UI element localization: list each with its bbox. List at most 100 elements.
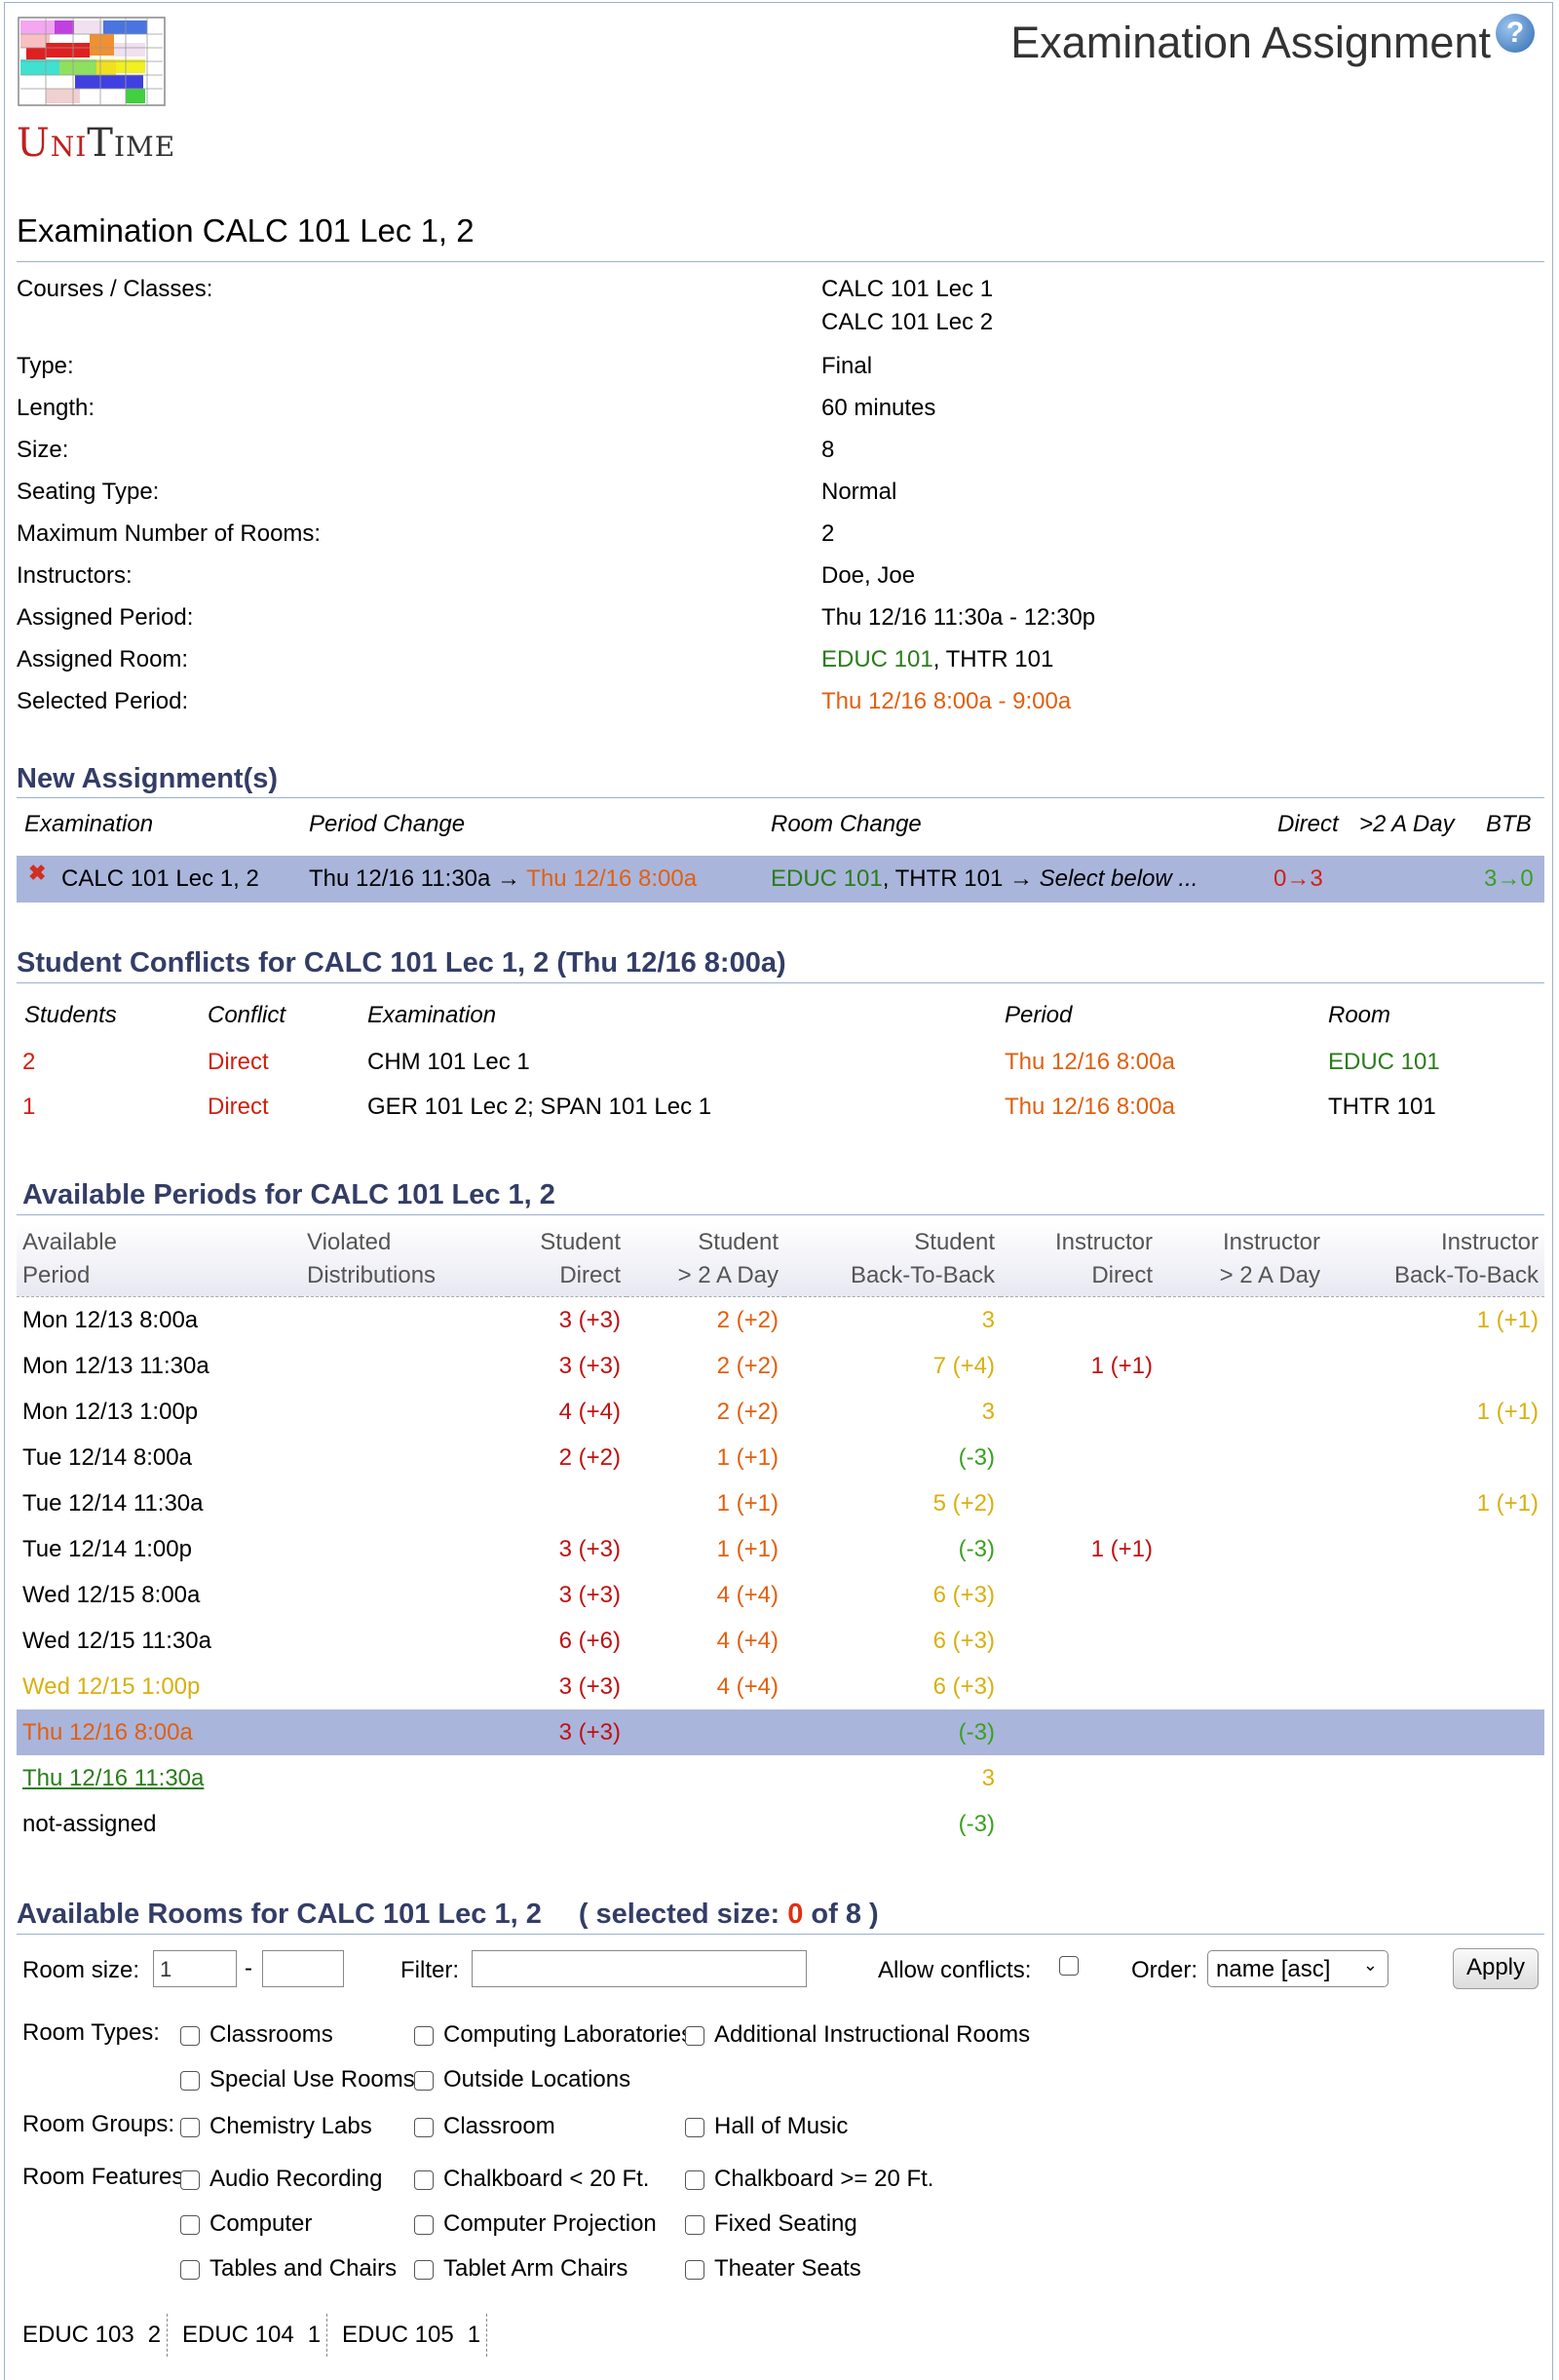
- checkbox[interactable]: [180, 2169, 200, 2190]
- table-row[interactable]: Tue 12/14 1:00p 3 (+3) 1 (+1) (-3) 1 (+1): [17, 1526, 1544, 1572]
- room-option[interactable]: EDUC 103 2: [17, 2314, 169, 2357]
- col-header-line: Instructor: [1440, 1229, 1539, 1255]
- new-assignment-row[interactable]: ✖ CALC 101 Lec 1, 2 Thu 12/16 11:30a → T…: [17, 856, 1544, 902]
- checkbox-item[interactable]: Computer: [180, 2210, 312, 2238]
- prop-value: CALC 101 Lec 1: [821, 276, 994, 302]
- rooms-title-text: Available Rooms for CALC 101 Lec 1, 2: [17, 1899, 542, 1930]
- table-row[interactable]: Mon 12/13 8:00a 3 (+3) 2 (+2) 3 1 (+1): [17, 1297, 1544, 1344]
- checkbox[interactable]: [180, 2025, 200, 2046]
- checkbox-item[interactable]: Computer Projection: [414, 2210, 657, 2238]
- table-row[interactable]: Mon 12/13 11:30a 3 (+3) 2 (+2) 7 (+4) 1 (+1): [17, 1343, 1544, 1389]
- table-row[interactable]: Thu 12/16 8:00a 3 (+3) (-3): [17, 1709, 1544, 1755]
- violated-cell: [301, 1755, 508, 1801]
- order-select[interactable]: name [asc] ⌄: [1207, 1950, 1388, 1987]
- period-cell: Wed 12/15 11:30a: [22, 1627, 211, 1654]
- checkbox-item[interactable]: Fixed Seating: [685, 2210, 857, 2238]
- help-icon[interactable]: ?: [1496, 14, 1535, 53]
- unitime-logo[interactable]: UNITIME: [17, 16, 174, 167]
- checkbox-label: Computer: [209, 2210, 313, 2237]
- checkbox-label: Computer Projection: [443, 2210, 657, 2237]
- filter-input[interactable]: [472, 1950, 807, 1987]
- checkbox[interactable]: [180, 2070, 200, 2091]
- checkbox[interactable]: [414, 2214, 434, 2235]
- checkbox[interactable]: [685, 2259, 704, 2280]
- selected-size-count: 0: [787, 1899, 804, 1930]
- checkbox-item[interactable]: Outside Locations: [414, 2066, 630, 2093]
- table-row[interactable]: Wed 12/15 8:00a 3 (+3) 4 (+4) 6 (+3): [17, 1572, 1544, 1618]
- instructor-2day-cell: [1159, 1755, 1326, 1801]
- col-header-line: Distributions: [307, 1262, 437, 1288]
- table-row[interactable]: Mon 12/13 1:00p 4 (+4) 2 (+2) 3 1 (+1): [17, 1389, 1544, 1435]
- violated-cell: [301, 1526, 508, 1572]
- room-name: EDUC 104: [182, 2322, 294, 2348]
- checkbox-item[interactable]: Tables and Chairs: [180, 2255, 397, 2283]
- student-direct-cell: 4 (+4): [558, 1398, 621, 1425]
- table-row[interactable]: Tue 12/14 11:30a 1 (+1) 5 (+2) 1 (+1): [17, 1480, 1544, 1526]
- col-header: Conflict: [208, 1002, 286, 1028]
- room-option[interactable]: EDUC 105 1: [336, 2314, 488, 2357]
- checkbox[interactable]: [414, 2259, 434, 2280]
- apply-button[interactable]: Apply: [1453, 1948, 1539, 1989]
- checkbox-item[interactable]: Audio Recording: [180, 2166, 382, 2193]
- divider: [17, 1934, 1544, 1935]
- checkbox[interactable]: [685, 2169, 704, 2190]
- checkbox-label: Theater Seats: [714, 2255, 861, 2282]
- checkbox[interactable]: [414, 2169, 434, 2190]
- room-size-min-input[interactable]: 1: [153, 1950, 237, 1987]
- room-option[interactable]: EDUC 104 1: [176, 2314, 328, 2357]
- btb-change: 3→0: [1484, 865, 1534, 892]
- instructor-direct-cell: [1001, 1435, 1159, 1480]
- checkbox[interactable]: [180, 2117, 200, 2137]
- room-link[interactable]: THTR 101: [946, 646, 1054, 672]
- checkbox-item[interactable]: Chemistry Labs: [180, 2113, 372, 2140]
- checkbox-item[interactable]: Additional Instructional Rooms: [685, 2021, 1030, 2049]
- assignment-room: EDUC 101, THTR 101 → Select below ...: [771, 856, 1198, 902]
- prop-label: Maximum Number of Rooms:: [17, 520, 322, 547]
- checkbox-label: Additional Instructional Rooms: [714, 2021, 1031, 2048]
- instructor-btb-cell: [1326, 1801, 1544, 1847]
- checkbox[interactable]: [414, 2025, 434, 2046]
- instructor-btb-cell: [1326, 1709, 1544, 1755]
- period-cell: Wed 12/15 1:00p: [22, 1672, 201, 1700]
- checkbox-item[interactable]: Classroom: [414, 2113, 555, 2140]
- conflict-room: EDUC 101: [1328, 1049, 1440, 1075]
- checkbox[interactable]: [414, 2117, 434, 2137]
- checkbox[interactable]: [685, 2025, 704, 2046]
- checkbox-item[interactable]: Classrooms: [180, 2021, 333, 2049]
- exam-title: Examination CALC 101 Lec 1, 2: [17, 212, 475, 249]
- checkbox-item[interactable]: Hall of Music: [685, 2113, 848, 2140]
- prop-value: 8: [821, 437, 835, 463]
- checkbox-item[interactable]: Theater Seats: [685, 2255, 861, 2283]
- room-link[interactable]: EDUC 101: [821, 646, 933, 672]
- checkbox-item[interactable]: Computing Laboratories: [414, 2021, 693, 2049]
- student-direct-cell: 2 (+2): [558, 1443, 621, 1471]
- checkbox-item[interactable]: Chalkboard >= 20 Ft.: [685, 2166, 933, 2193]
- col-header-line: Student: [914, 1229, 995, 1255]
- checkbox[interactable]: [180, 2259, 200, 2280]
- order-value: name [asc]: [1216, 1956, 1331, 1982]
- conflict-exam: GER 101 Lec 2; SPAN 101 Lec 1: [367, 1094, 712, 1120]
- room-size-max-input[interactable]: [262, 1950, 344, 1987]
- table-row[interactable]: not-assigned (-3): [17, 1801, 1544, 1847]
- checkbox[interactable]: [414, 2070, 434, 2091]
- col-header: Student Direct: [508, 1222, 627, 1297]
- table-row[interactable]: Wed 12/15 11:30a 6 (+6) 4 (+4) 6 (+3): [17, 1618, 1544, 1664]
- table-row[interactable]: Tue 12/14 8:00a 2 (+2) 1 (+1) (-3): [17, 1435, 1544, 1480]
- checkbox[interactable]: [180, 2214, 200, 2235]
- checkbox-item[interactable]: Special Use Rooms: [180, 2066, 415, 2093]
- student-2day-cell: 2 (+2): [716, 1398, 779, 1425]
- table-row[interactable]: Thu 12/16 11:30a 3: [17, 1755, 1544, 1801]
- prop-value: 2: [821, 520, 835, 547]
- instructor-btb-cell: 1 (+1): [1476, 1489, 1539, 1516]
- col-header: Room Change: [771, 811, 922, 837]
- allow-conflicts-checkbox[interactable]: [1059, 1956, 1079, 1976]
- checkbox-item[interactable]: Chalkboard < 20 Ft.: [414, 2166, 649, 2193]
- instructor-2day-cell: [1159, 1435, 1326, 1480]
- checkbox-item[interactable]: Tablet Arm Chairs: [414, 2255, 627, 2283]
- table-row[interactable]: Wed 12/15 1:00p 3 (+3) 4 (+4) 6 (+3): [17, 1664, 1544, 1709]
- delete-icon[interactable]: ✖: [28, 850, 46, 897]
- student-btb-cell: 6 (+3): [932, 1672, 995, 1700]
- checkbox[interactable]: [685, 2214, 704, 2235]
- new-assignments-header: Examination Period Change Room Change Di…: [17, 811, 1544, 846]
- checkbox[interactable]: [685, 2117, 704, 2137]
